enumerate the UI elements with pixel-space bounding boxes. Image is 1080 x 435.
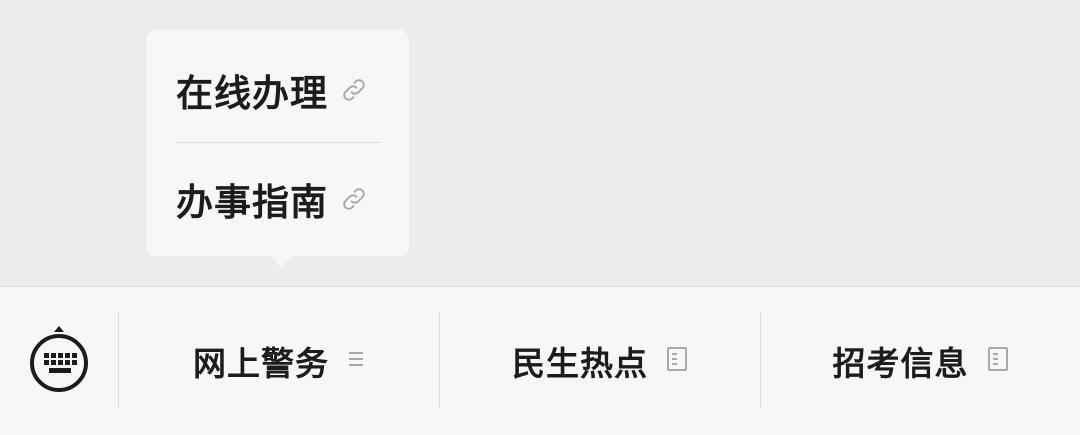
menu-item-online-handling[interactable]: 在线办理 [176, 60, 380, 120]
tab-label: 招考信息 [832, 344, 969, 383]
menu-divider [176, 142, 380, 143]
tab-recruitment-info[interactable]: 招考信息 [761, 287, 1080, 435]
link-icon [340, 185, 368, 213]
keyboard-icon [27, 323, 91, 399]
tab-label: 网上警务 [193, 344, 329, 383]
document-icon [666, 346, 688, 376]
tab-online-police[interactable]: 网上警务 [119, 287, 439, 435]
bottom-menu-bar: 网上警务 民生热点 招考信息 [0, 286, 1080, 435]
popup-pointer [269, 254, 293, 268]
document-icon [987, 346, 1009, 376]
menu-lines-icon [347, 349, 365, 373]
link-icon [340, 76, 368, 104]
menu-item-service-guide[interactable]: 办事指南 [176, 169, 380, 229]
popup-menu: 在线办理 办事指南 [146, 30, 409, 256]
tab-livelihood-hotspots[interactable]: 民生热点 [440, 287, 760, 435]
menu-item-label: 办事指南 [176, 181, 328, 224]
menu-item-label: 在线办理 [176, 72, 328, 115]
tab-label: 民生热点 [512, 344, 648, 383]
keyboard-toggle-button[interactable] [0, 287, 118, 435]
